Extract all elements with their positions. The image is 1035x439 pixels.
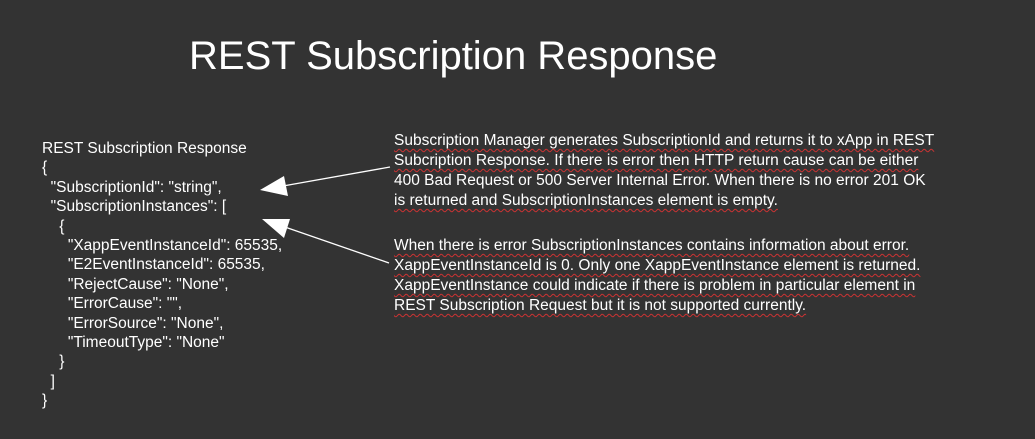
code-line: }	[42, 392, 48, 410]
code-line-subscription-id: "SubscriptionId": "string",	[42, 178, 222, 196]
slide-title: REST Subscription Response	[189, 34, 718, 78]
subscription-id-note: Subscription Manager generates Subscript…	[394, 131, 1014, 211]
code-line-xapp-event-instance-id: "XappEventInstanceId": 65535,	[42, 236, 283, 254]
note-line: 400 Bad Request or 500 Server Internal E…	[394, 172, 926, 189]
code-line-timeout-type: "TimeoutType": "None"	[42, 333, 225, 351]
note-line: When there is error SubscriptionInstance…	[394, 237, 910, 254]
code-line: {	[42, 159, 48, 177]
code-line-heading: REST Subscription Response	[42, 140, 247, 157]
code-line-error-source: "ErrorSource": "None",	[42, 314, 224, 332]
note-line: Subcription Response. If there is error …	[394, 152, 919, 169]
code-line-subscription-instances: "SubscriptionInstances": [	[42, 198, 227, 216]
code-line-e2-event-instance-id: "E2EventInstanceId": 65535,	[42, 256, 265, 274]
note-line: XappEventInstanceId is 0. Only one XappE…	[394, 257, 921, 274]
code-line: {	[42, 217, 65, 235]
json-code-block: REST Subscription Response { "Subscripti…	[42, 139, 282, 410]
code-line-error-cause: "ErrorCause": "",	[42, 295, 183, 313]
note-line: REST Subscription Request but it is not …	[394, 297, 807, 314]
code-line-reject-cause: "RejectCause": "None",	[42, 275, 229, 293]
subscription-instances-note: When there is error SubscriptionInstance…	[394, 236, 1014, 316]
code-line: }	[42, 353, 65, 371]
note-line: is returned and SubscriptionInstances el…	[394, 192, 778, 209]
code-line: ]	[42, 372, 55, 390]
note-line: XappEventInstance could indicate if ther…	[394, 277, 916, 294]
note-line: Subscription Manager generates Subscript…	[394, 132, 935, 149]
